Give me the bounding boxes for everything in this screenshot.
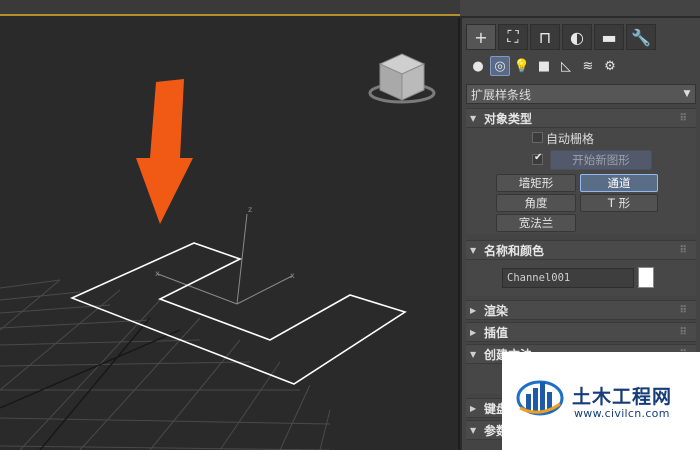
angle-button[interactable]: 角度 — [496, 194, 576, 212]
viewcube[interactable] — [368, 53, 436, 104]
collapse-triangle-icon: ▼ — [470, 425, 477, 435]
site-watermark: 土木工程网 www.civilcn.com — [502, 352, 700, 450]
start-new-shape-button[interactable]: 开始新图形 — [550, 150, 652, 170]
rollout-title: 对象类型 — [484, 111, 533, 126]
rollout-interpolation[interactable]: ▶ 插值 ⠿ — [466, 322, 696, 342]
create-plus-icon: + — [474, 27, 488, 47]
tee-button[interactable]: T 形 — [580, 194, 658, 212]
utilities-tab[interactable]: 🔧 — [626, 24, 656, 50]
wall-rectangle-button[interactable]: 墙矩形 — [496, 174, 576, 192]
geometry-sphere-icon[interactable]: ● — [468, 56, 488, 76]
object-category-row: ● ◎ 💡 ■ ◺ ≋ ⚙ — [468, 56, 620, 76]
systems-icon[interactable]: ⚙ — [600, 56, 620, 76]
modify-icon: ⛶ — [507, 27, 519, 46]
rollout-title: 渲染 — [484, 303, 509, 318]
top-strip — [0, 0, 700, 16]
modify-tab[interactable]: ⛶ — [498, 24, 528, 50]
cameras-icon[interactable]: ■ — [534, 56, 554, 76]
channel-button[interactable]: 通道 — [580, 174, 658, 192]
spacewarps-icon[interactable]: ≋ — [578, 56, 598, 76]
lights-icon[interactable]: 💡 — [512, 56, 532, 76]
dropdown-value: 扩展样条线 — [471, 87, 532, 102]
drag-handle-icon: ⠿ — [679, 326, 688, 338]
gizmo-x-label: x — [155, 269, 160, 278]
watermark-url: www.civilcn.com — [574, 407, 670, 420]
viewport-canvas: z x x — [0, 53, 436, 450]
gizmo-y-label: x — [290, 271, 295, 280]
display-tab[interactable]: ▬ — [594, 24, 624, 50]
create-tab[interactable]: + — [466, 24, 496, 50]
rollout-rendering[interactable]: ▶ 渲染 ⠿ — [466, 300, 696, 320]
watermark-title: 土木工程网 — [572, 386, 673, 408]
perspective-viewport[interactable]: z x x — [0, 18, 460, 450]
hierarchy-icon: ⊓ — [538, 27, 552, 47]
collapse-triangle-icon: ▼ — [470, 113, 477, 123]
motion-tab[interactable]: ◐ — [562, 24, 592, 50]
grid-main-axes — [0, 317, 181, 450]
hierarchy-tab[interactable]: ⊓ — [530, 24, 560, 50]
shapes-icon[interactable]: ◎ — [490, 56, 510, 76]
rollout-name-and-color[interactable]: ▼ 名称和颜色 ⠿ — [466, 240, 696, 260]
auto-grid-label: 自动栅格 — [546, 132, 595, 146]
command-panel-tabs: + ⛶ ⊓ ◐ ▬ 🔧 — [466, 24, 656, 50]
start-new-shape-checkbox[interactable] — [532, 152, 543, 165]
expand-triangle-icon: ▶ — [470, 327, 477, 337]
auto-grid-checkbox[interactable] — [532, 132, 543, 143]
chevron-down-icon: ▼ — [683, 89, 691, 99]
orange-arrow-annotation — [136, 79, 193, 224]
collapse-triangle-icon: ▼ — [470, 349, 477, 359]
shape-type-dropdown[interactable]: 扩展样条线 ▼ — [466, 84, 696, 104]
utilities-wrench-icon: 🔧 — [631, 27, 651, 47]
wide-flange-button[interactable]: 宽法兰 — [496, 214, 576, 232]
object-color-swatch[interactable] — [638, 267, 654, 288]
drag-handle-icon: ⠿ — [679, 112, 688, 124]
gizmo-z-label: z — [248, 205, 252, 214]
rollout-title: 插值 — [484, 325, 509, 340]
display-icon: ▬ — [601, 27, 617, 47]
expand-triangle-icon: ▶ — [470, 305, 477, 315]
expand-triangle-icon: ▶ — [470, 403, 477, 413]
watermark-logo — [516, 380, 564, 416]
object-name-field[interactable]: Channel001 — [502, 268, 634, 288]
channel-spline-shape[interactable] — [69, 242, 407, 385]
rollout-title: 名称和颜色 — [484, 243, 545, 258]
top-strip-right — [460, 0, 700, 16]
drag-handle-icon: ⠿ — [679, 304, 688, 316]
object-type-body: 自动栅格 开始新图形 墙矩形 通道 角度 T 形 宽法兰 — [466, 128, 696, 234]
helpers-icon[interactable]: ◺ — [556, 56, 576, 76]
rollout-object-type[interactable]: ▼ 对象类型 ⠿ — [466, 108, 696, 128]
motion-icon: ◐ — [570, 27, 584, 47]
home-grid — [0, 279, 331, 450]
collapse-triangle-icon: ▼ — [470, 245, 477, 255]
drag-handle-icon: ⠿ — [679, 244, 688, 256]
